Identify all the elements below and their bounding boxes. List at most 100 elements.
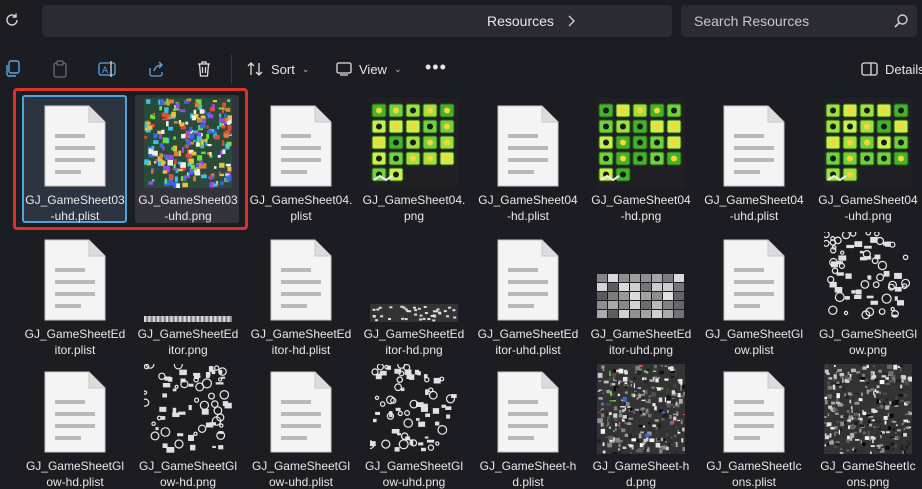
file-item[interactable]: GJ_GameSheetGl ow-hd.plist: [23, 360, 127, 489]
search-icon[interactable]: [893, 13, 909, 29]
file-item[interactable]: GJ_GameSheetEd itor.png: [136, 228, 240, 362]
file-name: GJ_GameSheet04. plist: [249, 192, 353, 224]
file-name-line: itor-uhd.png: [608, 343, 674, 357]
view-label: View: [359, 61, 387, 77]
image-thumbnail: [818, 98, 918, 188]
chevron-down-icon: ⌄: [393, 63, 402, 74]
command-bar: A Sort ⌄ View ⌄ ••• Details: [0, 46, 922, 92]
document-file-icon: [704, 364, 804, 454]
details-button[interactable]: Details: [861, 58, 922, 80]
file-name: GJ_GameSheet04 -uhd.png: [816, 192, 920, 224]
file-item[interactable]: GJ_GameSheet04. plist: [249, 94, 353, 228]
file-name-line: GJ_GameSheetIc: [820, 459, 916, 473]
file-item[interactable]: GJ_GameSheet04 -hd.png: [589, 94, 693, 228]
file-item[interactable]: GJ_GameSheetEd itor-uhd.plist: [476, 228, 580, 362]
file-name-line: ow-hd.plist: [46, 475, 104, 489]
file-name-line: GJ_GameSheetGl: [818, 327, 918, 341]
file-name-line: GJ_GameSheet-h: [479, 459, 577, 473]
file-name-line: GJ_GameSheetIc: [706, 459, 802, 473]
document-file-icon: [25, 232, 125, 322]
image-thumbnail: [364, 232, 464, 322]
file-item[interactable]: GJ_GameSheetIc ons.png: [816, 360, 920, 489]
file-name-line: GJ_GameSheet-h: [592, 459, 690, 473]
file-name: GJ_GameSheet04 -hd.plist: [476, 192, 580, 224]
copy-icon[interactable]: [3, 59, 23, 79]
file-item[interactable]: GJ_GameSheetGl ow.plist: [702, 228, 806, 362]
file-name: GJ_GameSheetIc ons.png: [816, 458, 920, 489]
address-field[interactable]: Resources: [42, 5, 672, 37]
document-file-icon: [251, 98, 351, 188]
address-bar: Resources Search Resources: [0, 0, 922, 44]
file-item[interactable]: GJ_GameSheet-h d.plist: [476, 360, 580, 489]
file-name-line: GJ_GameSheetEd: [250, 327, 352, 341]
document-file-icon: [704, 232, 804, 322]
image-thumbnail: [818, 364, 918, 454]
file-name: GJ_GameSheetEd itor-hd.plist: [249, 326, 353, 358]
file-name-line: GJ_GameSheet04: [818, 193, 918, 207]
file-name: GJ_GameSheetEd itor-uhd.png: [589, 326, 693, 358]
annotation-red-box: [13, 88, 248, 230]
image-thumbnail: [818, 232, 918, 322]
file-item[interactable]: GJ_GameSheetGl ow-hd.png: [136, 360, 240, 489]
file-name-line: GJ_GameSheetGl: [25, 459, 125, 473]
file-name-line: ow.png: [848, 343, 888, 357]
file-name: GJ_GameSheetIc ons.plist: [702, 458, 806, 489]
breadcrumb-resources[interactable]: Resources: [487, 13, 554, 29]
document-file-icon: [478, 98, 578, 188]
file-name-line: -uhd.png: [844, 209, 892, 223]
file-name-line: -hd.png: [620, 209, 662, 223]
file-item[interactable]: GJ_GameSheetGl ow-uhd.png: [362, 360, 466, 489]
file-name-line: GJ_GameSheetEd: [137, 327, 239, 341]
file-item[interactable]: GJ_GameSheetGl ow.png: [816, 228, 920, 362]
paste-icon[interactable]: [50, 59, 70, 79]
delete-icon[interactable]: [194, 59, 214, 79]
file-name-line: itor-hd.png: [385, 343, 443, 357]
chevron-right-icon[interactable]: [565, 13, 577, 29]
view-button[interactable]: View ⌄: [336, 58, 402, 80]
file-name-line: itor-uhd.plist: [495, 343, 561, 357]
chevron-down-icon: ⌄: [301, 63, 310, 74]
more-options-icon[interactable]: •••: [425, 57, 447, 78]
share-icon[interactable]: [146, 59, 166, 79]
image-thumbnail: [138, 364, 238, 454]
refresh-icon[interactable]: [3, 9, 21, 31]
document-file-icon: [251, 364, 351, 454]
rename-icon[interactable]: A: [98, 59, 118, 79]
file-name: GJ_GameSheet04 -uhd.plist: [702, 192, 806, 224]
file-item[interactable]: GJ_GameSheetEd itor.plist: [23, 228, 127, 362]
image-thumbnail: [591, 232, 691, 322]
file-item[interactable]: GJ_GameSheetEd itor-hd.png: [362, 228, 466, 362]
document-file-icon: [478, 364, 578, 454]
file-name-line: GJ_GameSheetEd: [590, 327, 692, 341]
file-item[interactable]: GJ_GameSheetIc ons.plist: [702, 360, 806, 489]
file-name-line: -uhd.plist: [729, 209, 779, 223]
file-item[interactable]: GJ_GameSheetEd itor-uhd.png: [589, 228, 693, 362]
file-name-line: GJ_GameSheetEd: [363, 327, 465, 341]
file-name: GJ_GameSheetGl ow.plist: [702, 326, 806, 358]
file-name-line: itor.plist: [54, 343, 96, 357]
image-thumbnail: [591, 364, 691, 454]
document-file-icon: [478, 232, 578, 322]
sort-label: Sort: [271, 61, 295, 77]
file-name-line: GJ_GameSheet04: [704, 193, 804, 207]
file-name-line: GJ_GameSheetGl: [251, 459, 351, 473]
file-item[interactable]: GJ_GameSheet04 -uhd.plist: [702, 94, 806, 228]
image-thumbnail: [591, 98, 691, 188]
file-name: GJ_GameSheet-h d.plist: [476, 458, 580, 489]
file-name: GJ_GameSheetGl ow-hd.plist: [23, 458, 127, 489]
search-input[interactable]: Search Resources: [694, 13, 809, 29]
search-box[interactable]: Search Resources: [681, 5, 917, 37]
file-name-line: GJ_GameSheet04.: [362, 193, 466, 207]
image-thumbnail: [364, 364, 464, 454]
file-item[interactable]: GJ_GameSheet04 -hd.plist: [476, 94, 580, 228]
file-name: GJ_GameSheetGl ow-uhd.png: [362, 458, 466, 489]
sort-button[interactable]: Sort ⌄: [246, 58, 309, 80]
file-item[interactable]: GJ_GameSheetGl ow-uhd.plist: [249, 360, 353, 489]
file-name-line: ow-uhd.png: [382, 475, 446, 489]
file-item[interactable]: GJ_GameSheet04 -uhd.png: [816, 94, 920, 228]
file-item[interactable]: GJ_GameSheet04. png: [362, 94, 466, 228]
file-name-line: d.plist: [512, 475, 544, 489]
file-item[interactable]: GJ_GameSheetEd itor-hd.plist: [249, 228, 353, 362]
file-item[interactable]: GJ_GameSheet-h d.png: [589, 360, 693, 489]
sort-icon: [247, 62, 263, 76]
